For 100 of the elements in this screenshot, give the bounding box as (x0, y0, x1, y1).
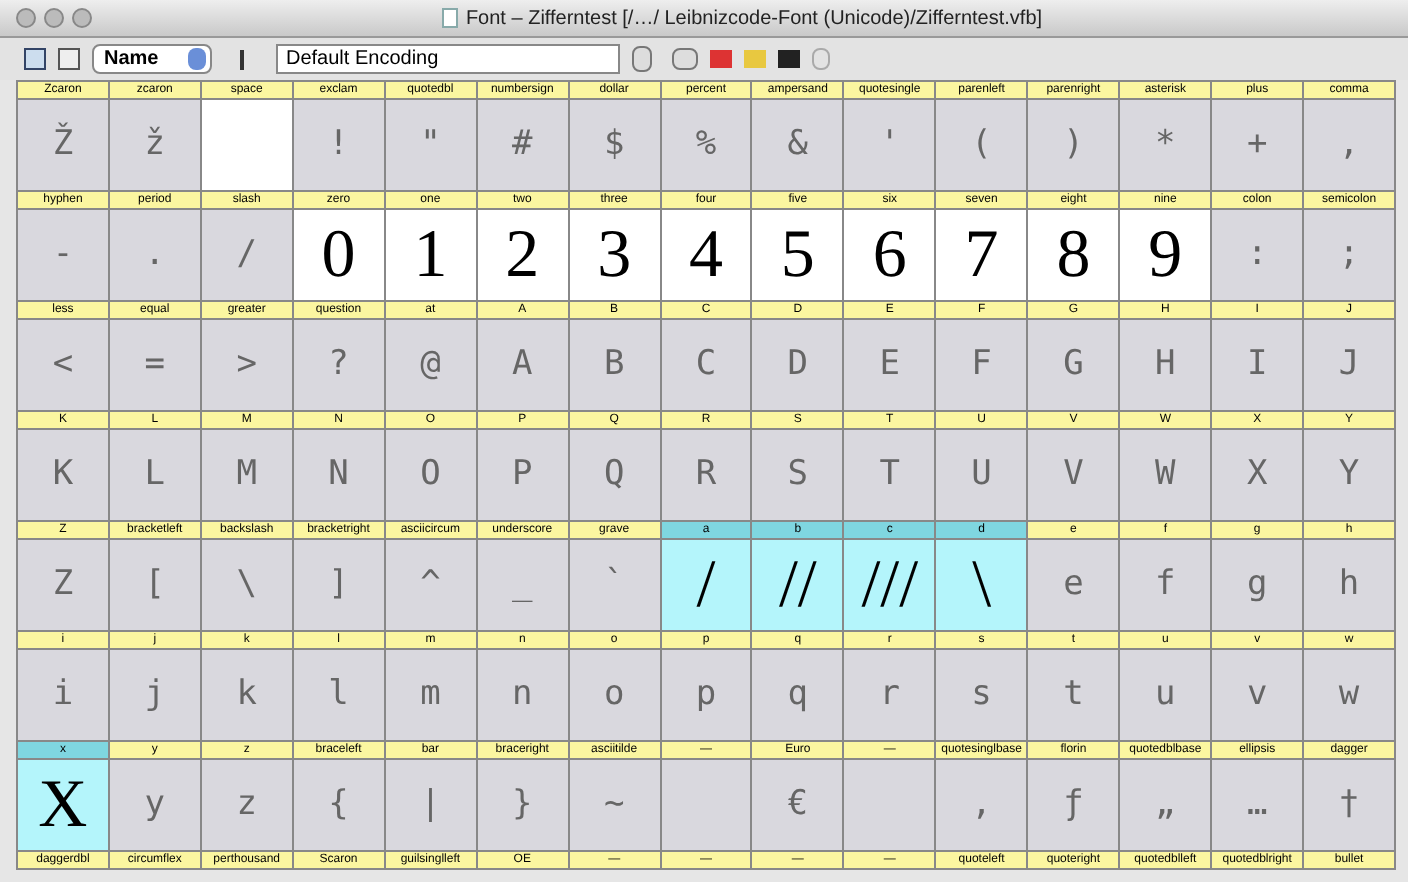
glyph: / (236, 238, 257, 272)
glyph: „ (1155, 788, 1176, 822)
glyph: 6 (872, 221, 907, 289)
glyph-cell[interactable]: 8 (1028, 210, 1119, 302)
glyph: v (1246, 678, 1268, 712)
glyph-cell[interactable]: 3 (569, 210, 660, 302)
glyph-cell[interactable]: 7 (936, 210, 1027, 302)
glyph: l (328, 678, 349, 712)
glyph: " (420, 128, 441, 162)
glyph: # (512, 128, 533, 162)
glyph: // (778, 551, 817, 619)
window-title: Font – Zifferntest [/…/ Leibnizcode-Font (Unicode)/Zifferntest.vfb] (465, 5, 1043, 33)
glyph: ~ (603, 788, 625, 822)
glyph: /// (861, 551, 919, 619)
glyph: ^ (420, 568, 441, 602)
glyph: z (236, 788, 257, 822)
glyph: / (696, 551, 716, 619)
glyph-cell[interactable]: 6 (844, 210, 935, 302)
encoding-field[interactable]: Default Encoding (276, 44, 620, 74)
glyph: \ (972, 551, 992, 619)
glyph: * (1155, 128, 1176, 162)
glyph: M (236, 458, 257, 492)
toolbar-icon[interactable] (812, 48, 830, 70)
glyph: ` (603, 568, 625, 602)
glyph: 2 (505, 221, 540, 289)
glyph: y (144, 788, 166, 822)
glyph: G (1063, 348, 1084, 382)
glyph: X (1246, 458, 1268, 492)
glyph: X (38, 771, 88, 839)
glyph-cell[interactable]: 2 (477, 210, 568, 302)
glyph-cell[interactable] (201, 100, 292, 192)
glyph: q (787, 678, 809, 712)
glyph: h (1338, 568, 1360, 602)
glyph: B (603, 348, 625, 382)
glyph-cell[interactable]: /// (844, 540, 935, 632)
glyph: . (144, 238, 166, 272)
glyph: A (512, 348, 533, 382)
glyph-cell[interactable]: 1 (385, 210, 476, 302)
glyph: u (1155, 678, 1176, 712)
glyph: s (971, 678, 992, 712)
caption-select[interactable]: Name (92, 44, 212, 74)
glyph-cell[interactable]: 4 (661, 210, 751, 302)
glyph: R (695, 458, 717, 492)
glyph-cell[interactable]: X (18, 760, 108, 852)
glyph: P (512, 458, 533, 492)
glyph: V (1063, 458, 1084, 492)
glyph-cell[interactable]: / (661, 540, 751, 632)
glyph: , (1338, 128, 1360, 162)
glyph: } (512, 788, 533, 822)
glyph: 7 (964, 221, 999, 289)
glyph: i (52, 678, 74, 712)
glyph: L (144, 458, 166, 492)
glyph-cell[interactable]: 9 (1120, 210, 1211, 302)
glyph: k (236, 678, 257, 712)
glyph: m (420, 678, 441, 712)
glyph: 0 (321, 221, 356, 289)
glyph: I (1246, 348, 1268, 382)
stepper-icon[interactable] (632, 46, 652, 72)
glyph: 4 (688, 221, 723, 289)
glyph: N (328, 458, 349, 492)
glyph-cell[interactable]: 5 (752, 210, 843, 302)
glyph: C (695, 348, 717, 382)
glyph-cell[interactable]: // (752, 540, 843, 632)
glyph: o (603, 678, 625, 712)
glyph: [ (144, 568, 166, 602)
glyph: 8 (1056, 221, 1091, 289)
glyph: g (1246, 568, 1268, 602)
glyph: + (1246, 128, 1268, 162)
glyph: > (236, 348, 257, 382)
glyph: @ (420, 348, 441, 382)
glyph: F (971, 348, 992, 382)
glyph: 1 (413, 221, 448, 289)
glyph: O (420, 458, 441, 492)
glyph: = (144, 348, 166, 382)
glyph-cell[interactable]: 0 (293, 210, 384, 302)
glyph: Y (1338, 458, 1360, 492)
glyph: Z (52, 568, 74, 602)
glyph: - (52, 238, 74, 272)
glyph: ] (328, 568, 349, 602)
panel-icon[interactable] (24, 48, 46, 70)
caption-icon[interactable] (58, 48, 80, 70)
glyph: † (1338, 788, 1360, 822)
glyph: E (879, 348, 900, 382)
glyph: ! (328, 128, 349, 162)
glyph: r (879, 678, 900, 712)
glyph: e (1063, 568, 1084, 602)
glyph: | (420, 788, 441, 822)
glyph: { (328, 788, 349, 822)
glyph: ž (144, 128, 166, 162)
glyph: K (52, 458, 74, 492)
glyph: S (787, 458, 809, 492)
glyph: f (1155, 568, 1176, 602)
toolbar-icon[interactable] (672, 48, 698, 70)
glyph: : (1246, 238, 1268, 272)
glyph: U (971, 458, 992, 492)
glyph: < (52, 348, 74, 382)
glyph: j (144, 678, 166, 712)
stepper-icon (188, 48, 206, 70)
glyph: ( (971, 128, 992, 162)
glyph-cell[interactable]: \ (936, 540, 1027, 632)
